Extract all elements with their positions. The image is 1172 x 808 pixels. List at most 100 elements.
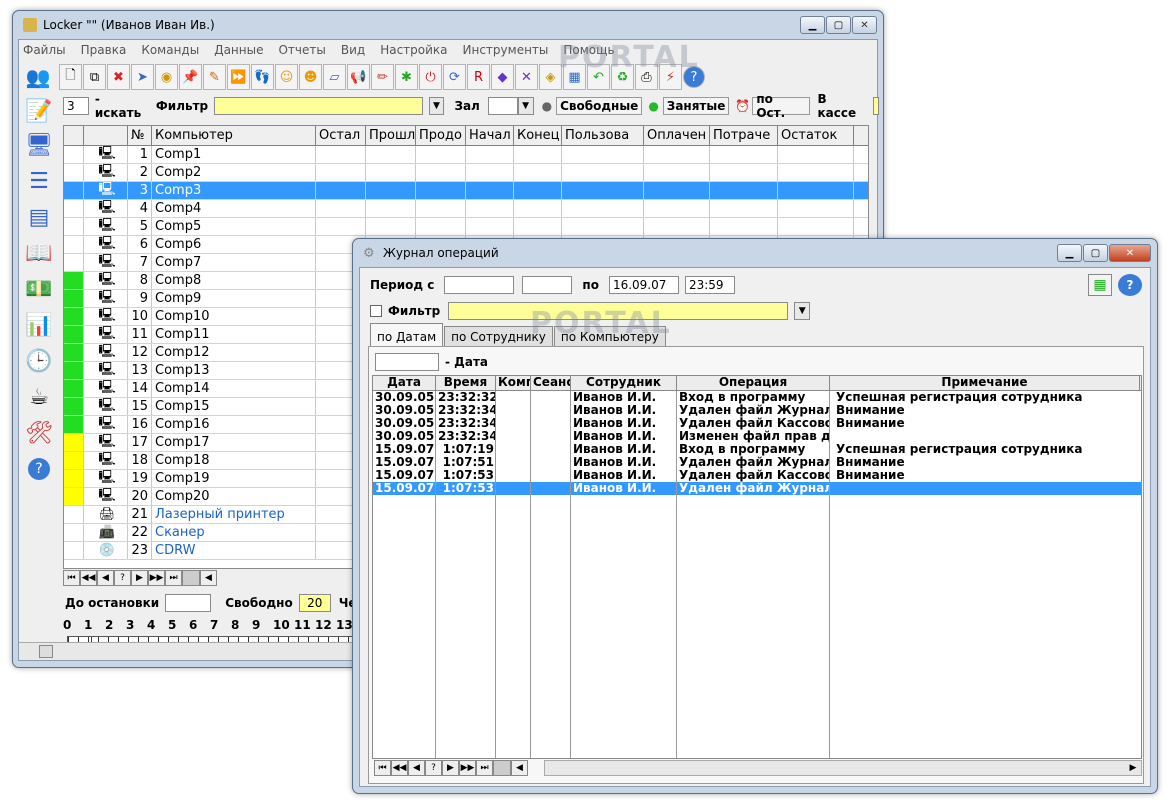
journal-header-3[interactable]: Сеанс <box>531 376 571 390</box>
journal-last-icon[interactable]: ⏭ <box>476 760 493 776</box>
journal-row[interactable]: 15.09.07 1:07:53 Иванов И.И. Удален файл Жу… <box>373 482 1141 495</box>
header-col-8[interactable]: Оплачен <box>644 126 710 145</box>
table-row[interactable]: 🖳 2 Comp2 <box>64 164 868 182</box>
menu-item-6[interactable]: Настройка <box>380 43 447 57</box>
journal-row[interactable]: 15.09.07 1:07:53 Иванов И.И. Удален файл Ка… <box>373 469 1141 482</box>
chart-icon[interactable]: 📊 <box>21 308 57 342</box>
count-input[interactable]: 3 <box>63 97 89 115</box>
journal-scroll-right-icon[interactable]: ▶ <box>1125 761 1141 775</box>
journal-header-1[interactable]: Время <box>436 376 496 390</box>
hall-input[interactable] <box>487 97 518 115</box>
journal-row[interactable]: 30.09.05 23:32:34 Иванов И.И. Изменен файл … <box>373 430 1141 443</box>
search-icon[interactable]: ? <box>114 570 131 586</box>
menu-item-1[interactable]: Правка <box>81 43 127 57</box>
header-col-6[interactable]: Конец <box>514 126 562 145</box>
sidebar-help-icon[interactable]: ? <box>21 452 57 486</box>
tab-0[interactable]: по Датам <box>370 323 444 347</box>
journal-row[interactable]: 15.09.07 1:07:51 Иванов И.И. Удален файл Жу… <box>373 456 1141 469</box>
header-col-5[interactable]: Начал <box>466 126 514 145</box>
busy-button[interactable]: Занятые <box>662 97 730 115</box>
pencil-icon[interactable]: ✏ <box>371 64 394 90</box>
steps-icon[interactable]: 👣 <box>251 64 274 90</box>
menu-item-4[interactable]: Отчеты <box>278 43 325 57</box>
coffee-icon[interactable]: ☕ <box>21 380 57 414</box>
header-col-4[interactable]: Продо <box>416 126 466 145</box>
until-stop-input[interactable] <box>165 594 212 612</box>
journal-titlebar[interactable]: ⚙ Журнал операций ▁ ▢ ✕ <box>353 239 1157 267</box>
journal-row[interactable]: 30.09.05 23:32:34 Иванов И.И. Удален файл К… <box>373 417 1141 430</box>
header-col-10[interactable]: Остаток <box>778 126 854 145</box>
journal-hscrollbar[interactable]: ▶ <box>544 760 1142 776</box>
table-row[interactable]: 🖳 4 Comp4 <box>64 200 868 218</box>
header-col-0[interactable]: № <box>128 126 152 145</box>
filter-input[interactable] <box>214 97 423 115</box>
journal-header-6[interactable]: Примечание <box>830 376 1140 390</box>
period-from-time[interactable] <box>522 276 573 294</box>
next-page-icon[interactable]: ▶▶ <box>148 570 165 586</box>
megaphone-icon[interactable]: 📢 <box>347 64 370 90</box>
scroll-thumb[interactable] <box>182 570 200 586</box>
header-col-2[interactable]: Остал <box>316 126 366 145</box>
journal-scroll-thumb[interactable] <box>493 760 511 776</box>
journal-header-0[interactable]: Дата <box>373 376 436 390</box>
hall-dropdown-icon[interactable]: ▼ <box>517 97 534 115</box>
pin-icon[interactable]: 📌 <box>179 64 202 90</box>
refresh-icon[interactable]: ⟳ <box>443 64 466 90</box>
journal-filter-dropdown-icon[interactable]: ▼ <box>794 302 811 320</box>
journal-search-icon[interactable]: ? <box>425 760 442 776</box>
table-row[interactable]: 🖳 5 Comp5 <box>64 218 868 236</box>
menu-item-5[interactable]: Вид <box>341 43 365 57</box>
date-input[interactable] <box>375 353 439 371</box>
users-icon[interactable]: 👥 <box>21 62 55 92</box>
journal-minimize-button[interactable]: ▁ <box>1057 244 1082 262</box>
journal-maximize-button[interactable]: ▢ <box>1083 244 1108 262</box>
prev-icon[interactable]: ◀ <box>97 570 114 586</box>
journal-prev-page-icon[interactable]: ◀◀ <box>391 760 408 776</box>
journal-scroll-left-icon[interactable]: ◀ <box>511 760 528 776</box>
book-icon[interactable]: 📖 <box>21 236 57 270</box>
menu-item-3[interactable]: Данные <box>214 43 263 57</box>
copy-icon[interactable]: ⧉ <box>83 64 106 90</box>
filter-dropdown-icon[interactable]: ▼ <box>428 97 445 115</box>
journal-header-5[interactable]: Операция <box>677 376 830 390</box>
scroll-left-icon[interactable]: ◀ <box>200 570 217 586</box>
journal-header-2[interactable]: Компь <box>496 376 531 390</box>
journal-next-page-icon[interactable]: ▶▶ <box>459 760 476 776</box>
send-icon[interactable]: ➤ <box>131 64 154 90</box>
journal-first-icon[interactable]: ⏮ <box>374 760 391 776</box>
journal-close-button[interactable]: ✕ <box>1109 244 1151 262</box>
menu-item-2[interactable]: Команды <box>141 43 199 57</box>
period-from-date[interactable] <box>444 276 515 294</box>
smile-icon[interactable]: ☺ <box>275 64 298 90</box>
menu-item-0[interactable]: Файлы <box>23 43 66 57</box>
asterisk-icon[interactable]: ✱ <box>395 64 418 90</box>
cross-icon[interactable]: ✕ <box>515 64 538 90</box>
forward-icon[interactable]: ⏩ <box>227 64 250 90</box>
header-col-7[interactable]: Пользова <box>562 126 644 145</box>
main-titlebar[interactable]: Locker "" (Иванов Иван Ив.) ▁ ▢ ✕ <box>13 11 883 39</box>
journal-prev-icon[interactable]: ◀ <box>408 760 425 776</box>
maximize-button[interactable]: ▢ <box>826 16 851 34</box>
next-icon[interactable]: ▶ <box>131 570 148 586</box>
minimize-button[interactable]: ▁ <box>800 16 825 34</box>
monitor-icon[interactable]: 🖥 <box>21 128 57 162</box>
filter-checkbox[interactable] <box>370 305 382 317</box>
table-row[interactable]: 🖳 1 Comp1 <box>64 146 868 164</box>
journal-row[interactable]: 30.09.05 23:32:34 Иванов И.И. Удален файл Ж… <box>373 404 1141 417</box>
face-icon[interactable]: ☻ <box>299 64 322 90</box>
period-to-time[interactable]: 23:59 <box>684 276 735 294</box>
tools-icon[interactable]: 🛠 <box>21 416 57 450</box>
journal-next-icon[interactable]: ▶ <box>442 760 459 776</box>
header-col-3[interactable]: Прошл <box>366 126 416 145</box>
notepad-icon[interactable]: 📝 <box>21 94 57 128</box>
journal-row[interactable]: 15.09.07 1:07:19 Иванов И.И. Вход в програм… <box>373 443 1141 456</box>
prev-page-icon[interactable]: ◀◀ <box>80 570 97 586</box>
edit-icon[interactable]: ✎ <box>203 64 226 90</box>
menu-item-7[interactable]: Инструменты <box>463 43 549 57</box>
diamond-icon[interactable]: ◆ <box>491 64 514 90</box>
header-col-9[interactable]: Потраче <box>710 126 778 145</box>
header-col-1[interactable]: Компьютер <box>152 126 316 145</box>
journal-header-4[interactable]: Сотрудник <box>571 376 677 390</box>
last-icon[interactable]: ⏭ <box>165 570 182 586</box>
stop-icon[interactable]: ✖ <box>107 64 130 90</box>
